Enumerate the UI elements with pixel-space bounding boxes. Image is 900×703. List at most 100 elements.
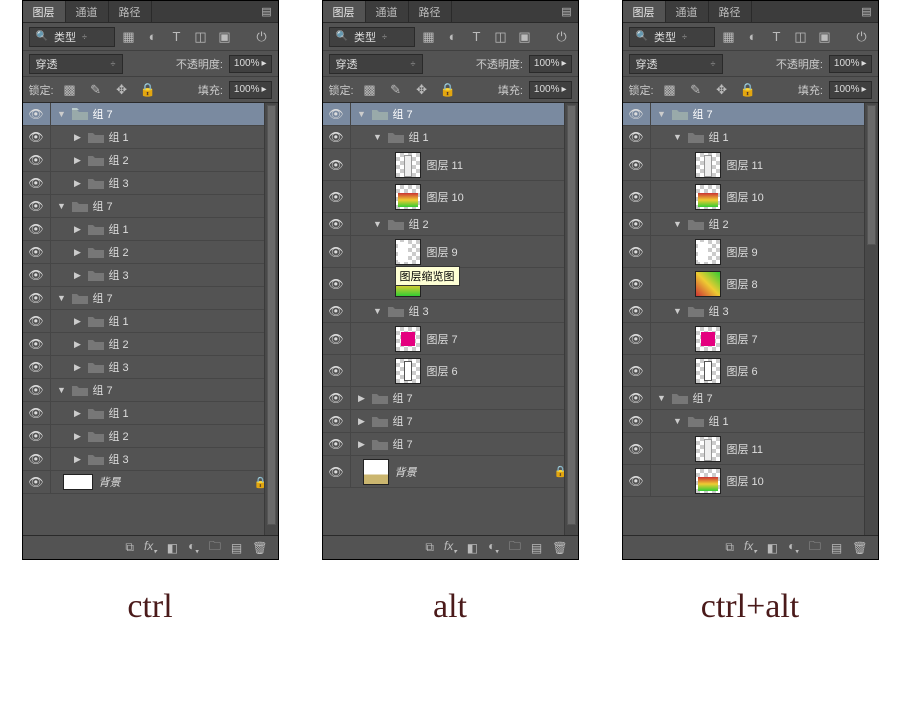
visibility-eye-icon[interactable]: 👁 [23,172,51,194]
filter-pixel-icon[interactable]: ▦ [119,27,139,47]
layer-name[interactable]: 图层 10 [427,189,464,205]
layer-name[interactable]: 组 2 [109,336,129,352]
disclosure-triangle-icon[interactable]: ▼ [373,132,383,142]
tab-layers[interactable]: 图层 [23,1,66,22]
layer-row[interactable]: 👁图层 11 [323,149,578,181]
adjustment-layer-icon[interactable]: ◐▾ [488,539,499,555]
layer-mask-icon[interactable]: ◧ [467,541,478,555]
disclosure-triangle-icon[interactable]: ▼ [57,201,67,211]
visibility-eye-icon[interactable]: 👁 [323,410,351,432]
layer-name[interactable]: 组 2 [709,216,729,232]
filter-type-icon[interactable]: T [467,27,487,47]
layer-group-row[interactable]: 👁▼组 1 [323,126,578,149]
layer-row[interactable]: 👁 图层缩览图 [323,268,578,300]
disclosure-triangle-icon[interactable]: ▶ [73,362,83,373]
fill-input[interactable]: 100%▸ [529,81,572,99]
layer-row[interactable]: 👁图层 11 [623,149,878,181]
disclosure-triangle-icon[interactable]: ▼ [57,293,67,303]
layer-group-row[interactable]: 👁▼组 1 [623,126,878,149]
visibility-eye-icon[interactable]: 👁 [623,126,651,148]
visibility-eye-icon[interactable]: 👁 [323,149,351,180]
layer-name[interactable]: 组 1 [109,129,129,145]
opacity-input[interactable]: 100%▸ [229,55,272,73]
filter-toggle-icon[interactable]: ⏻ [252,27,272,47]
layer-name[interactable]: 图层 10 [727,189,764,205]
visibility-eye-icon[interactable]: 👁 [23,379,51,401]
layer-name[interactable]: 图层 11 [727,157,763,173]
filter-type-dropdown[interactable]: 🔍 类型 ÷ [29,27,115,47]
lock-transparency-icon[interactable]: ▩ [60,80,80,100]
layer-name[interactable]: 图层 9 [727,244,758,260]
layer-name[interactable]: 组 7 [693,390,713,406]
visibility-eye-icon[interactable]: 👁 [23,241,51,263]
opacity-input[interactable]: 100%▸ [829,55,872,73]
link-layers-icon[interactable]: ⧉ [725,540,734,555]
filter-type-dropdown[interactable]: 🔍类型÷ [329,27,415,47]
tab-layers[interactable]: 图层 [623,1,666,22]
panel-menu-icon[interactable]: ▤ [556,1,578,22]
layer-row[interactable]: 👁图层 10 [623,465,878,497]
visibility-eye-icon[interactable]: 👁 [23,287,51,309]
disclosure-triangle-icon[interactable]: ▶ [73,247,83,258]
tab-paths[interactable]: 路径 [709,1,752,22]
filter-toggle-icon[interactable]: ⏻ [552,27,572,47]
layer-name[interactable]: 组 2 [109,152,129,168]
disclosure-triangle-icon[interactable]: ▼ [673,306,683,316]
visibility-eye-icon[interactable]: 👁 [323,433,351,455]
layer-name[interactable]: 组 2 [409,216,429,232]
filter-pixel-icon[interactable]: ▦ [419,27,439,47]
visibility-eye-icon[interactable]: 👁 [323,213,351,235]
layer-name[interactable]: 组 7 [393,413,413,429]
layer-group-row[interactable]: 👁▶组 2 [23,149,278,172]
panel-menu-icon[interactable]: ▤ [256,1,278,22]
adjustment-layer-icon[interactable]: ◐▾ [788,539,799,555]
layer-group-row[interactable]: 👁▼组 7 [23,287,278,310]
layer-name[interactable]: 图层 11 [727,441,763,457]
visibility-eye-icon[interactable]: 👁 [623,213,651,235]
visibility-eye-icon[interactable]: 👁 [323,355,351,386]
disclosure-triangle-icon[interactable]: ▼ [673,416,683,426]
disclosure-triangle-icon[interactable]: ▶ [357,416,367,427]
layer-row[interactable]: 👁图层 10 [323,181,578,213]
new-layer-icon[interactable]: ▤ [531,541,542,555]
layer-name[interactable]: 组 3 [409,303,429,319]
blend-mode-dropdown[interactable]: 穿透÷ [629,54,723,74]
disclosure-triangle-icon[interactable]: ▶ [73,132,83,143]
disclosure-triangle-icon[interactable]: ▶ [73,224,83,235]
layer-name[interactable]: 图层 6 [427,363,458,379]
scrollbar-thumb[interactable] [267,105,276,525]
link-layers-icon[interactable]: ⧉ [425,540,434,555]
layer-thumbnail[interactable] [395,358,421,384]
layer-name[interactable]: 组 1 [709,413,729,429]
layer-row[interactable]: 👁图层 8 [623,268,878,300]
visibility-eye-icon[interactable]: 👁 [323,103,351,125]
layer-row-background[interactable]: 👁背景🔒 [323,456,578,488]
lock-position-icon[interactable]: ✥ [412,80,432,100]
layer-name[interactable]: 图层 7 [427,331,458,347]
layer-row[interactable]: 👁图层 7 [623,323,878,355]
new-layer-icon[interactable]: ▤ [231,541,242,555]
filter-smart-icon[interactable]: ▣ [815,27,835,47]
lock-all-icon[interactable]: 🔒 [138,80,158,100]
layer-name[interactable]: 组 1 [109,221,129,237]
disclosure-triangle-icon[interactable]: ▼ [657,109,667,119]
tab-channels[interactable]: 通道 [66,1,109,22]
layer-name[interactable]: 图层 10 [727,473,764,489]
visibility-eye-icon[interactable]: 👁 [623,236,651,267]
layer-group-row[interactable]: 👁▶组 3 [23,448,278,471]
layer-row-background[interactable]: 👁 背景 🔒 [23,471,278,494]
visibility-eye-icon[interactable]: 👁 [323,268,351,299]
lock-all-icon[interactable]: 🔒 [438,80,458,100]
delete-layer-icon[interactable]: 🗑 [852,541,867,555]
blend-mode-dropdown[interactable]: 穿透 ÷ [29,54,123,74]
layer-name[interactable]: 组 1 [109,313,129,329]
visibility-eye-icon[interactable]: 👁 [23,448,51,470]
visibility-eye-icon[interactable]: 👁 [23,149,51,171]
layer-group-row[interactable]: 👁▶组 2 [23,425,278,448]
layer-group-row[interactable]: 👁▶组 3 [23,172,278,195]
lock-position-icon[interactable]: ✥ [712,80,732,100]
layer-group-row[interactable]: 👁▼组 7 [23,195,278,218]
layer-group-row[interactable]: 👁▶组 2 [23,241,278,264]
layer-group-row[interactable]: 👁▶组 1 [23,218,278,241]
tab-channels[interactable]: 通道 [666,1,709,22]
